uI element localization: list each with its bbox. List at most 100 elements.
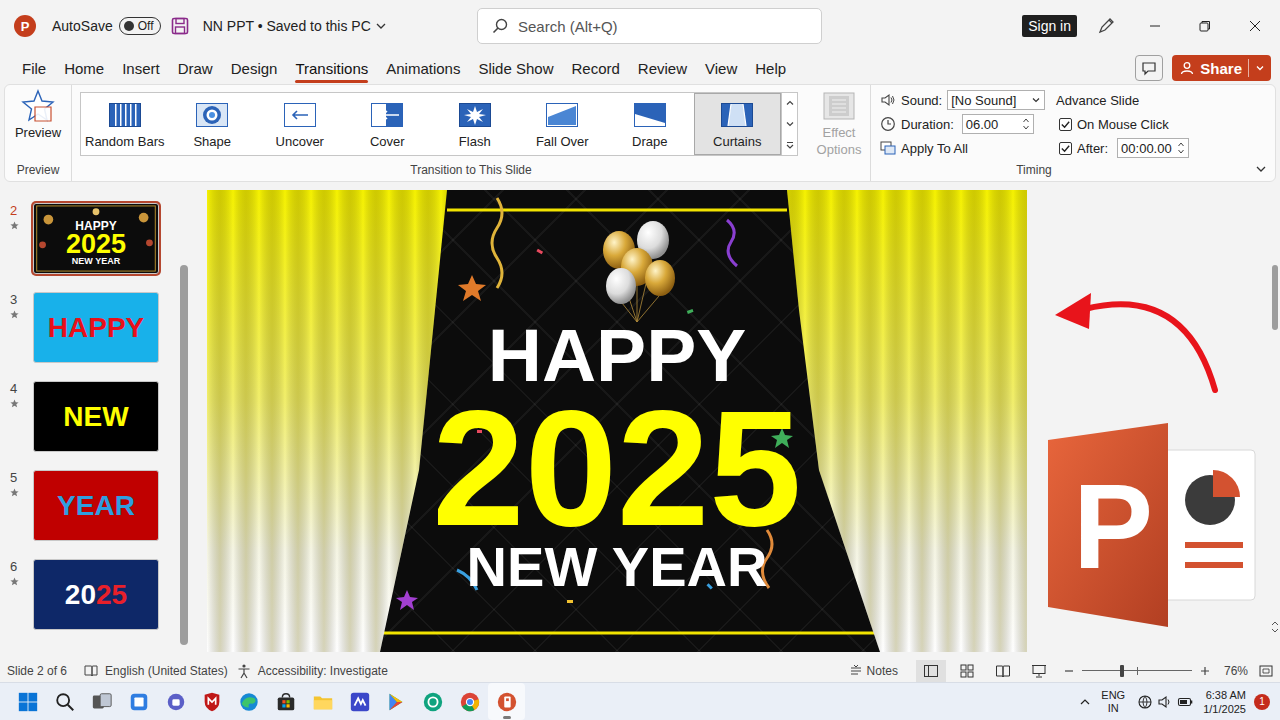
zoom-out-icon[interactable] bbox=[1064, 666, 1074, 676]
on-mouse-click-row[interactable]: On Mouse Click bbox=[1056, 112, 1196, 136]
taskbar-app[interactable] bbox=[488, 683, 525, 720]
ribbon-tab[interactable]: Insert bbox=[113, 52, 169, 84]
taskbar-app[interactable] bbox=[194, 683, 231, 720]
ribbon-tab[interactable]: Home bbox=[55, 52, 113, 84]
zoom-slider[interactable] bbox=[1082, 664, 1192, 678]
taskbar-app[interactable] bbox=[120, 683, 157, 720]
restore-button[interactable] bbox=[1180, 0, 1230, 52]
ribbon-tab[interactable]: Slide Show bbox=[469, 52, 562, 84]
comments-button[interactable] bbox=[1135, 55, 1163, 81]
language-indicator[interactable]: English (United States) bbox=[105, 664, 228, 678]
slide-thumbnail-row[interactable]: 5YEAR bbox=[0, 470, 180, 541]
on-mouse-click-checkbox[interactable] bbox=[1059, 118, 1072, 131]
transition-item[interactable]: Shape bbox=[169, 93, 257, 155]
effect-options-button[interactable]: Effect Options bbox=[808, 92, 870, 158]
chevron-down-icon[interactable] bbox=[375, 20, 387, 32]
clock[interactable]: 6:38 AM1/1/2025 bbox=[1203, 688, 1246, 716]
slide-text-line[interactable]: 2025 bbox=[432, 393, 801, 542]
minimize-button[interactable] bbox=[1130, 0, 1180, 52]
slide-thumbnail-row[interactable]: 62025 bbox=[0, 559, 180, 630]
transition-item[interactable]: Random Bars bbox=[81, 93, 169, 155]
taskbar-app[interactable] bbox=[268, 683, 305, 720]
slide-thumbnail[interactable]: 2025 bbox=[33, 559, 159, 630]
ribbon-tab[interactable]: Review bbox=[629, 52, 696, 84]
apply-all-row[interactable]: Apply To All bbox=[880, 136, 1056, 160]
ribbon-tab[interactable]: View bbox=[696, 52, 746, 84]
input-language[interactable]: ENGIN bbox=[1101, 689, 1125, 715]
scrollbar-thumb[interactable] bbox=[1272, 265, 1278, 330]
transition-item[interactable]: Fall Over bbox=[519, 93, 607, 155]
search-box[interactable]: Search (Alt+Q) bbox=[477, 8, 822, 44]
notification-badge[interactable]: 1 bbox=[1254, 694, 1270, 710]
taskbar-app[interactable] bbox=[341, 683, 378, 720]
save-icon[interactable] bbox=[171, 17, 189, 35]
preview-button[interactable]: Preview bbox=[5, 85, 71, 140]
taskbar-app[interactable] bbox=[157, 683, 194, 720]
slide-thumbnail-row[interactable]: 4NEW bbox=[0, 381, 180, 452]
taskbar-app[interactable] bbox=[10, 683, 47, 720]
slide-thumbnail[interactable]: YEAR bbox=[33, 470, 159, 541]
system-tray[interactable] bbox=[1137, 694, 1193, 710]
page-arrows-icon[interactable] bbox=[1271, 620, 1279, 634]
gallery-down-button[interactable] bbox=[782, 114, 797, 135]
spin-arrows-icon[interactable] bbox=[1022, 117, 1030, 131]
transition-item[interactable]: Cover bbox=[344, 93, 432, 155]
collapse-ribbon-icon[interactable] bbox=[1255, 163, 1267, 175]
transition-item[interactable]: Drape bbox=[606, 93, 694, 155]
normal-view-button[interactable] bbox=[916, 660, 946, 682]
scrollbar-thumb[interactable] bbox=[180, 265, 188, 645]
duration-spinner[interactable]: 06.00 bbox=[962, 114, 1034, 134]
ribbon-tab[interactable]: Help bbox=[746, 52, 795, 84]
ribbon-tab[interactable]: Design bbox=[222, 52, 287, 84]
slide-thumbnail[interactable]: HAPPY bbox=[33, 292, 159, 363]
taskbar-app[interactable] bbox=[378, 683, 415, 720]
zoom-in-icon[interactable] bbox=[1200, 666, 1210, 676]
ribbon-tab[interactable]: Draw bbox=[169, 52, 222, 84]
slide-text-line[interactable]: NEW YEAR bbox=[467, 538, 768, 596]
ribbon-tab[interactable]: Record bbox=[562, 52, 628, 84]
chevron-down-icon[interactable] bbox=[1255, 63, 1265, 73]
transition-item[interactable]: Uncover bbox=[256, 93, 344, 155]
after-checkbox[interactable] bbox=[1059, 142, 1072, 155]
sound-dropdown[interactable]: [No Sound] bbox=[947, 90, 1045, 110]
gallery-more-button[interactable] bbox=[782, 134, 797, 155]
zoom-level[interactable]: 76% bbox=[1224, 664, 1248, 678]
document-name[interactable]: NN PPT • Saved to this PC bbox=[203, 18, 371, 34]
accessibility-icon[interactable] bbox=[236, 663, 252, 679]
sign-in-button[interactable]: Sign in bbox=[1022, 15, 1077, 37]
taskbar-app[interactable] bbox=[84, 683, 121, 720]
thumbnail-scrollbar[interactable] bbox=[180, 184, 188, 660]
slide-show-button[interactable] bbox=[1024, 660, 1054, 682]
accessibility-status[interactable]: Accessibility: Investigate bbox=[258, 664, 388, 678]
spelling-icon[interactable] bbox=[83, 663, 99, 679]
slide-thumbnail[interactable]: NEW bbox=[33, 381, 159, 452]
taskbar-app[interactable] bbox=[47, 683, 84, 720]
reading-view-button[interactable] bbox=[988, 660, 1018, 682]
close-button[interactable] bbox=[1230, 0, 1280, 52]
autosave-toggle[interactable]: Off bbox=[119, 17, 161, 35]
slide[interactable]: HAPPY2025NEW YEAR bbox=[207, 190, 1027, 652]
zoom-knob[interactable] bbox=[1120, 665, 1124, 677]
designer-button[interactable] bbox=[1088, 8, 1124, 44]
after-spinner[interactable]: 00:00.00 bbox=[1117, 138, 1189, 158]
slide-thumbnail-row[interactable]: 3HAPPY bbox=[0, 292, 180, 363]
ribbon-tab[interactable]: Animations bbox=[377, 52, 469, 84]
slide-thumbnail-row[interactable]: 2HAPPY2025NEW YEAR bbox=[0, 203, 180, 274]
taskbar-app[interactable] bbox=[415, 683, 452, 720]
gallery-up-button[interactable] bbox=[782, 93, 797, 114]
taskbar-app[interactable] bbox=[304, 683, 341, 720]
transition-item[interactable]: Flash bbox=[431, 93, 519, 155]
fit-to-window-icon[interactable] bbox=[1258, 663, 1274, 679]
taskbar-app[interactable] bbox=[231, 683, 268, 720]
slide-sorter-button[interactable] bbox=[952, 660, 982, 682]
slide-thumbnail[interactable]: HAPPY2025NEW YEAR bbox=[33, 203, 159, 274]
notes-button[interactable]: Notes bbox=[848, 663, 898, 679]
show-hidden-icons-icon[interactable] bbox=[1079, 696, 1091, 708]
transition-item[interactable]: Curtains bbox=[694, 93, 782, 155]
ribbon-tab[interactable]: Transitions bbox=[286, 52, 377, 84]
ribbon-tab[interactable]: File bbox=[13, 52, 55, 84]
taskbar-app[interactable] bbox=[452, 683, 489, 720]
share-button[interactable]: Share bbox=[1172, 55, 1271, 81]
spin-arrows-icon[interactable] bbox=[1177, 141, 1185, 155]
canvas-scrollbar[interactable] bbox=[1270, 184, 1280, 660]
